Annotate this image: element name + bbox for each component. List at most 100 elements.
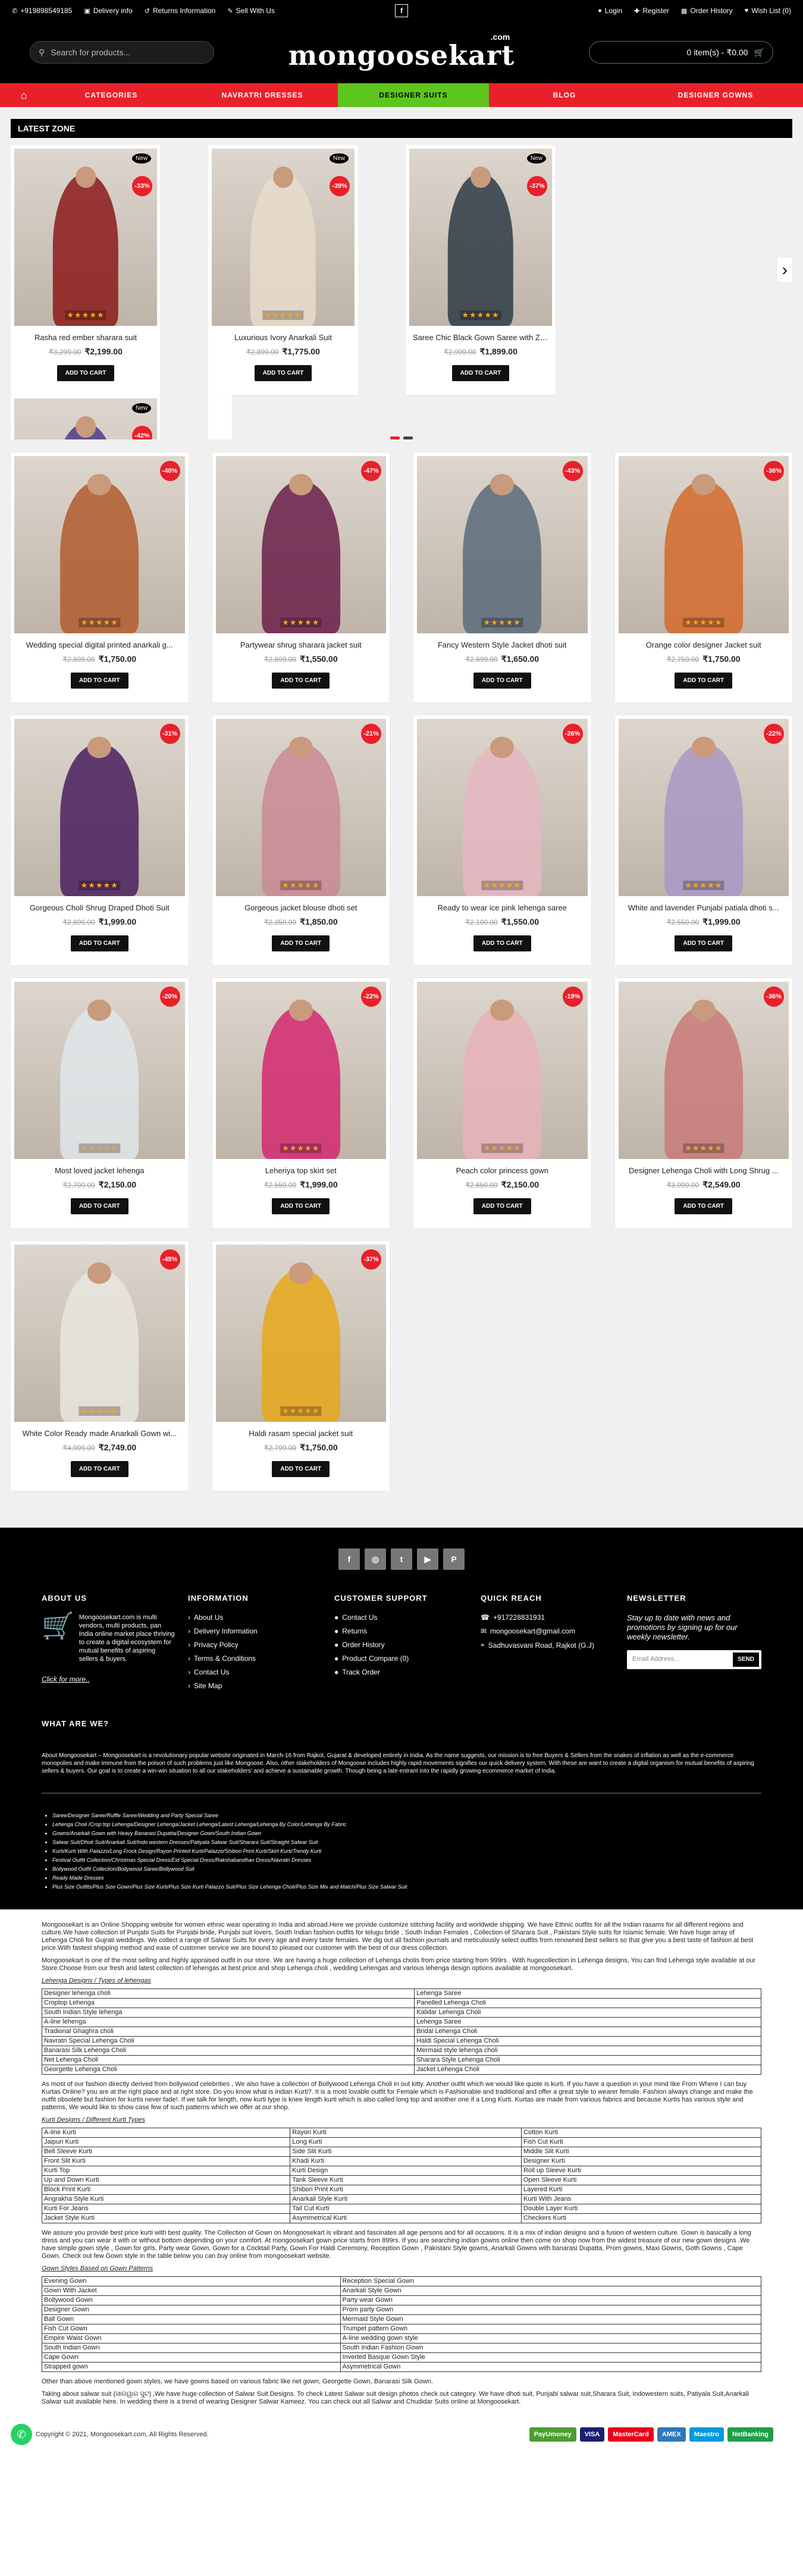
register-link[interactable]: ✚ Register	[634, 7, 669, 15]
product-title[interactable]: Gorgeous jacket blouse dhoti set	[216, 903, 387, 912]
product-card[interactable]: New -33% ★★★★★ Rasha red ember sharara s…	[11, 145, 161, 395]
table-cell[interactable]: Empire Waist Gown	[42, 2333, 341, 2343]
returns-link[interactable]: ↺ Returns Information	[145, 7, 216, 15]
add-to-cart-button[interactable]: ADD TO CART	[70, 935, 128, 951]
product-card[interactable]: -22% ★★★★★ Leheriya top skirt set ₹2,550…	[212, 978, 390, 1228]
product-image[interactable]: -26% ★★★★★	[417, 719, 588, 896]
table-cell[interactable]: Mermaid Style Gown	[340, 2314, 762, 2324]
table-cell[interactable]: Party wear Gown	[340, 2295, 762, 2305]
product-card[interactable]: -36% ★★★★★ Orange color designer Jacket …	[614, 453, 792, 702]
product-title[interactable]: Haldi rasam special jacket suit	[216, 1429, 387, 1438]
add-to-cart-button[interactable]: ADD TO CART	[57, 365, 115, 381]
table-cell[interactable]: Designer lehenga choli	[41, 1988, 415, 1999]
carousel-dot[interactable]	[390, 436, 400, 439]
table-cell[interactable]: Evening Gown	[42, 2276, 341, 2286]
product-image[interactable]: New -37% ★★★★★	[409, 149, 552, 326]
support-link[interactable]: ● Returns	[334, 1627, 469, 1635]
table-cell[interactable]: Open Sleeve Kurti	[520, 2175, 762, 2185]
add-to-cart-button[interactable]: ADD TO CART	[451, 365, 510, 381]
product-image[interactable]: New -39% ★★★★★	[212, 149, 355, 326]
product-title[interactable]: Peach color princess gown	[417, 1166, 588, 1175]
product-card[interactable]: -19% ★★★★★ Peach color princess gown ₹2,…	[413, 978, 591, 1228]
phone-item[interactable]: ☎ +917228831931	[481, 1613, 615, 1622]
info-link[interactable]: › Contact Us	[188, 1668, 322, 1676]
table-cell[interactable]: Net Lehenga Choli	[41, 2055, 415, 2065]
table-cell[interactable]: Tradional Ghaghra choli	[41, 2027, 415, 2037]
product-image[interactable]: New -42% ★★★★★	[14, 398, 157, 439]
table-cell[interactable]: A-line wedding gown style	[340, 2333, 762, 2343]
product-title[interactable]: Designer Lehenga Choli with Long Shrug .…	[619, 1166, 789, 1175]
facebook-icon[interactable]: f	[338, 1548, 360, 1570]
product-title[interactable]: Most loved jacket lehenga	[14, 1166, 185, 1175]
table-cell[interactable]: Fish Cut Gown	[42, 2324, 341, 2334]
table-cell[interactable]: Khadi Kurti	[290, 2156, 522, 2166]
product-card[interactable]: -37% ★★★★★ Haldi rasam special jacket su…	[212, 1241, 390, 1491]
category-link[interactable]: Kurti/Kurti With Palazzo/Long Frock Desi…	[52, 1847, 761, 1856]
product-title[interactable]: White and lavender Punjabi patiala dhoti…	[619, 903, 789, 912]
table-cell[interactable]: Strapped gown	[42, 2362, 341, 2372]
add-to-cart-button[interactable]: ADD TO CART	[272, 935, 330, 951]
nav-categories[interactable]: CATEGORIES	[36, 83, 187, 107]
table-cell[interactable]: Lehenga Saree	[414, 1988, 761, 1999]
product-card[interactable]: -22% ★★★★★ White and lavender Punjabi pa…	[614, 715, 792, 965]
add-to-cart-button[interactable]: ADD TO CART	[254, 365, 312, 381]
table-cell[interactable]: Anarkali Style Kurti	[290, 2194, 522, 2204]
table-cell[interactable]: Long Kurti	[290, 2137, 522, 2147]
table-cell[interactable]: Kurti Design	[290, 2166, 522, 2176]
table-cell[interactable]: Middle Slit Kurti	[520, 2147, 762, 2157]
facebook-icon[interactable]: f	[395, 4, 408, 17]
add-to-cart-button[interactable]: ADD TO CART	[70, 1461, 128, 1477]
next-arrow-icon[interactable]: ›	[777, 258, 792, 282]
add-to-cart-button[interactable]: ADD TO CART	[473, 935, 531, 951]
product-image[interactable]: New -33% ★★★★★	[14, 149, 157, 326]
youtube-icon[interactable]: ▶	[417, 1548, 438, 1570]
add-to-cart-button[interactable]: ADD TO CART	[473, 673, 531, 689]
table-cell[interactable]: Bridal Lehenga Choli	[414, 2027, 761, 2037]
search-input[interactable]: ⚲ Search for products...	[30, 41, 214, 64]
table-cell[interactable]: Cape Gown	[42, 2352, 341, 2363]
table-cell[interactable]: Kurti Top	[41, 2166, 291, 2176]
table-cell[interactable]: Layered Kurti	[520, 2185, 762, 2195]
wishlist-link[interactable]: ♥ Wish List (0)	[745, 7, 791, 15]
add-to-cart-button[interactable]: ADD TO CART	[272, 1461, 330, 1477]
product-card[interactable]: -20% ★★★★★ Most loved jacket lehenga ₹2,…	[11, 978, 189, 1228]
click-more-link[interactable]: Click for more..	[42, 1675, 176, 1683]
pinterest-icon[interactable]: P	[443, 1548, 465, 1570]
table-cell[interactable]: Tail Cut Kurti	[290, 2204, 522, 2214]
product-title[interactable]: Fancy Western Style Jacket dhoti suit	[417, 640, 588, 649]
product-image[interactable]: -36% ★★★★★	[618, 982, 789, 1159]
phone-link[interactable]: ✆ +919898549185	[12, 7, 72, 15]
email-item[interactable]: ✉ mongoosekart@gmail.com	[481, 1627, 615, 1635]
table-cell[interactable]: Kurti For Jeans	[41, 2204, 291, 2214]
product-image[interactable]: -19% ★★★★★	[417, 982, 588, 1159]
category-link[interactable]: Plus Size Outfits/Plus Size Gown/Plus Si…	[52, 1883, 761, 1892]
table-cell[interactable]: Front Slit Kurti	[41, 2156, 291, 2166]
table-cell[interactable]: South Indian Fashion Gown	[340, 2343, 762, 2353]
table-cell[interactable]: Jacket Style Kurti	[41, 2213, 291, 2223]
product-card[interactable]: -40% ★★★★★ Wedding special digital print…	[11, 453, 189, 702]
category-link[interactable]: Bollywood Outfit Collection/Bollywood Sa…	[52, 1865, 761, 1874]
nav-designer-gowns[interactable]: DESIGNER GOWNS	[640, 83, 791, 107]
category-link[interactable]: Lehenga Choli /Crop top Lehenga/Designer…	[52, 1820, 761, 1829]
table-cell[interactable]: Shibori Print Kurti	[290, 2185, 522, 2195]
table-cell[interactable]: Navratri Special Lehenga Choli	[41, 2036, 415, 2046]
product-title[interactable]: Luxurious Ivory Anarkali Suit	[212, 333, 355, 342]
table-cell[interactable]: Prom party Gown	[340, 2305, 762, 2315]
order-history-link[interactable]: ▦ Order History	[681, 7, 733, 15]
table-cell[interactable]: Bell Sleeve Kurti	[41, 2147, 291, 2157]
support-link[interactable]: ● Product Compare (0)	[334, 1654, 469, 1663]
add-to-cart-button[interactable]: ADD TO CART	[675, 935, 733, 951]
product-title[interactable]: Rasha red ember sharara suit	[14, 333, 157, 342]
info-link[interactable]: › Site Map	[188, 1682, 322, 1690]
table-cell[interactable]: Reception Special Gown	[340, 2276, 762, 2286]
table-cell[interactable]: Jaipuri Kurti	[41, 2137, 291, 2147]
product-image[interactable]: -21% ★★★★★	[215, 719, 386, 896]
info-link[interactable]: › About Us	[188, 1613, 322, 1622]
table-cell[interactable]: Up and Down Kurti	[41, 2175, 291, 2185]
table-cell[interactable]: Gown With Jacket	[42, 2286, 341, 2296]
twitter-icon[interactable]: t	[391, 1548, 412, 1570]
table-cell[interactable]: Block Print Kurti	[41, 2185, 291, 2195]
site-logo[interactable]: .com mongoosekart	[288, 32, 515, 69]
product-card[interactable]: -36% ★★★★★ Designer Lehenga Choli with L…	[614, 978, 792, 1228]
info-link[interactable]: › Privacy Policy	[188, 1641, 322, 1649]
